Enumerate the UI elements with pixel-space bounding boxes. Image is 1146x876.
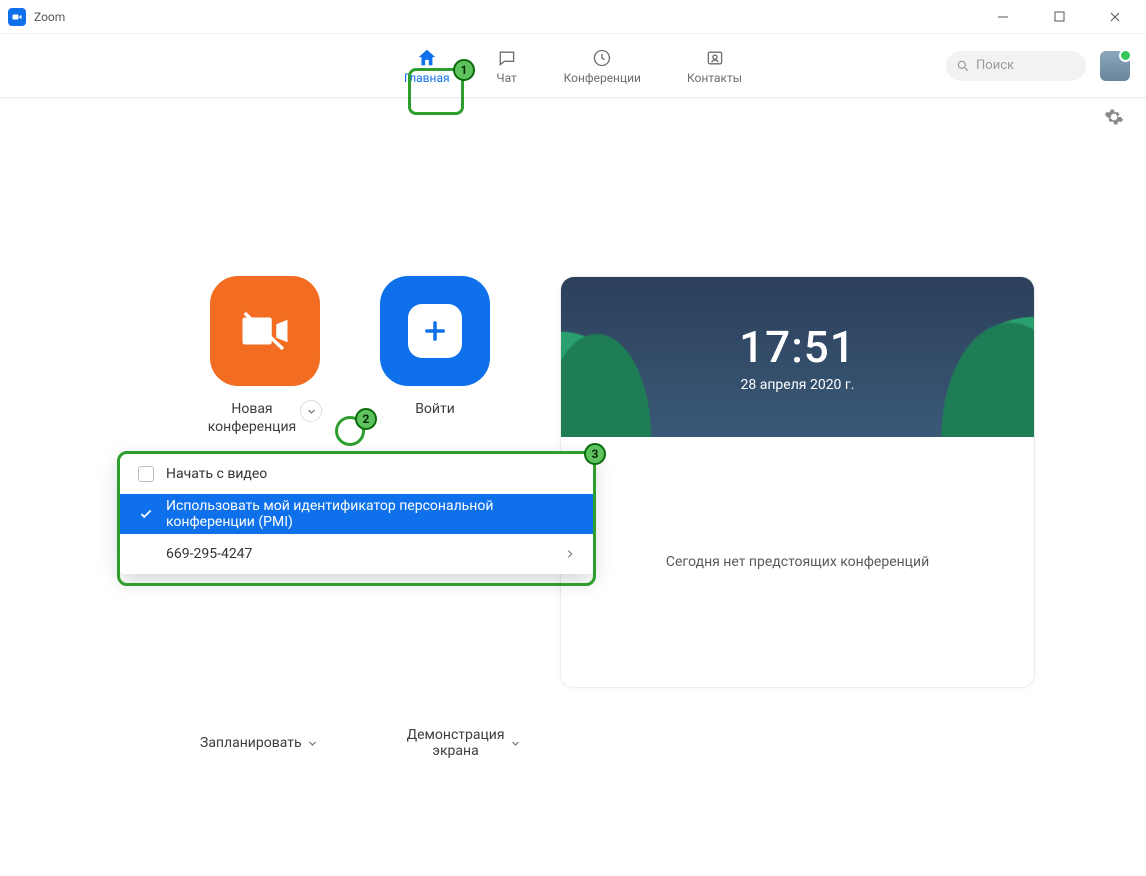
plus-icon bbox=[421, 317, 449, 345]
callout-badge-3: 3 bbox=[584, 443, 606, 465]
tab-contacts-label: Контакты bbox=[687, 71, 742, 85]
tab-meetings[interactable]: Конференции bbox=[556, 41, 649, 91]
schedule-label: Запланировать bbox=[200, 735, 302, 751]
tab-contacts[interactable]: Контакты bbox=[679, 41, 750, 91]
chevron-down-icon bbox=[307, 407, 316, 416]
search-icon bbox=[956, 59, 970, 73]
profile-avatar[interactable] bbox=[1100, 51, 1130, 81]
use-pmi-label: Использовать мой идентификатор персональ… bbox=[166, 498, 575, 530]
tab-home-label: Главная bbox=[404, 71, 450, 85]
chat-icon bbox=[496, 47, 518, 69]
chevron-down-icon bbox=[308, 739, 317, 748]
maximize-button[interactable] bbox=[1046, 4, 1072, 30]
window-controls bbox=[990, 4, 1138, 30]
tab-chat[interactable]: Чат bbox=[488, 41, 526, 91]
dropdown-start-video[interactable]: Начать с видео bbox=[120, 454, 593, 494]
zoom-app-icon bbox=[8, 8, 26, 26]
search-placeholder: Поиск bbox=[976, 58, 1014, 73]
dropdown-use-pmi[interactable]: Использовать мой идентификатор персональ… bbox=[120, 494, 593, 534]
share-label: Демонстрация экрана bbox=[407, 727, 505, 759]
callout-badge-2: 2 bbox=[355, 408, 377, 430]
search-input[interactable]: Поиск bbox=[946, 51, 1086, 81]
panel-hero: 17:51 28 апреля 2020 г. bbox=[561, 277, 1034, 437]
clock-date: 28 апреля 2020 г. bbox=[741, 377, 855, 393]
chevron-down-icon bbox=[511, 739, 520, 748]
titlebar: Zoom bbox=[0, 0, 1146, 34]
new-meeting-dropdown-button[interactable] bbox=[300, 400, 322, 422]
tab-home[interactable]: Главная bbox=[396, 41, 458, 91]
window-title: Zoom bbox=[34, 10, 65, 24]
minimize-button[interactable] bbox=[990, 4, 1016, 30]
clock-time: 17:51 bbox=[739, 321, 856, 373]
lower-tile-captions: Запланировать Демонстрация экрана bbox=[200, 727, 520, 759]
home-icon bbox=[416, 47, 438, 69]
upcoming-panel: 17:51 28 апреля 2020 г. Сегодня нет пред… bbox=[560, 276, 1035, 688]
start-video-label: Начать с видео bbox=[166, 466, 267, 482]
checkmark-icon bbox=[138, 507, 154, 521]
empty-state-text: Сегодня нет предстоящих конференций bbox=[666, 554, 929, 570]
new-meeting-dropdown: Начать с видео Использовать мой идентифи… bbox=[120, 454, 593, 574]
close-button[interactable] bbox=[1102, 4, 1128, 30]
clock-icon bbox=[591, 47, 613, 69]
callout-badge-1: 1 bbox=[453, 59, 475, 81]
top-toolbar: Главная Чат Конференции Контакты Поиск bbox=[0, 34, 1146, 98]
contacts-icon bbox=[703, 47, 725, 69]
settings-gear-icon[interactable] bbox=[1104, 107, 1124, 127]
tab-chat-label: Чат bbox=[496, 71, 516, 85]
new-meeting-label: Новая конференция bbox=[208, 400, 296, 436]
pmi-number-label: 669-295-4247 bbox=[166, 546, 252, 562]
sub-toolbar bbox=[0, 98, 1146, 136]
tab-meetings-label: Конференции bbox=[564, 71, 641, 85]
video-off-icon bbox=[238, 304, 292, 358]
dropdown-pmi-number[interactable]: 669-295-4247 bbox=[120, 534, 593, 574]
nav-tabs: Главная Чат Конференции Контакты bbox=[396, 41, 750, 91]
checkbox-unchecked-icon bbox=[138, 466, 154, 482]
chevron-right-icon bbox=[565, 549, 575, 559]
join-label: Войти bbox=[415, 400, 455, 418]
